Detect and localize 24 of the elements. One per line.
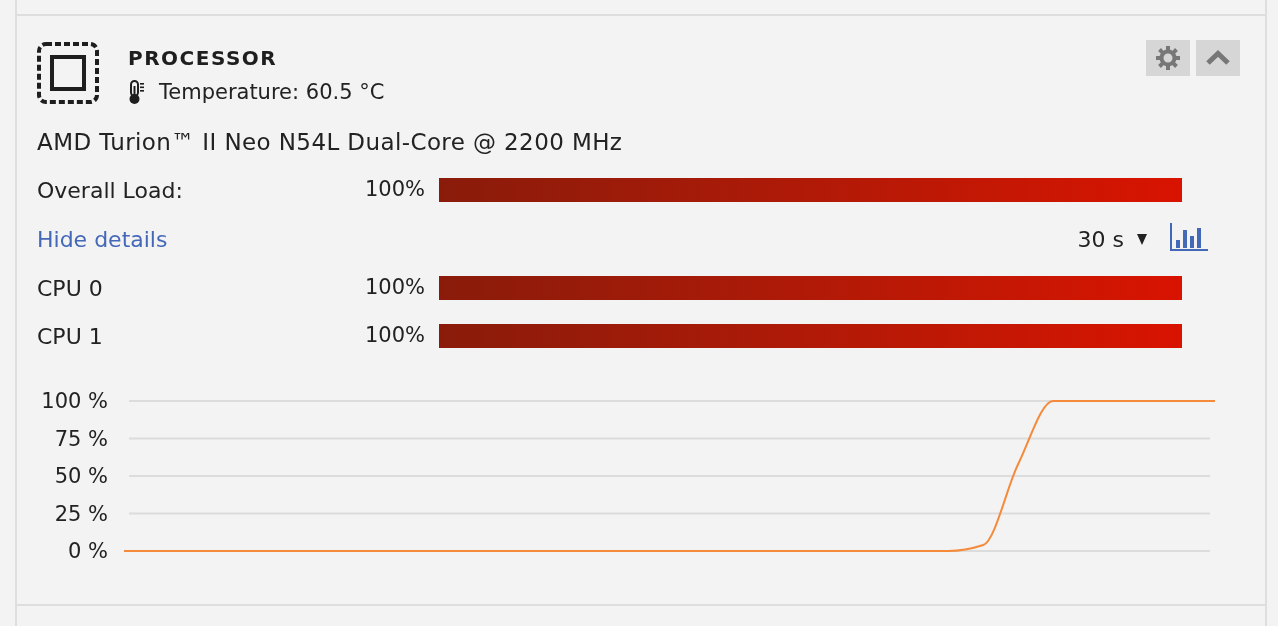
load-percentage: 100%	[363, 322, 425, 350]
y-axis-label: 25 %	[54, 501, 108, 526]
y-axis-label: 75 %	[54, 426, 108, 451]
collapse-button[interactable]	[1196, 40, 1240, 76]
load-percentage: 100%	[363, 176, 425, 204]
y-axis-label: 0 %	[68, 539, 108, 563]
processor-chip-icon	[37, 42, 99, 104]
core-label: CPU 1	[37, 322, 104, 351]
load-percentage: 100%	[363, 274, 425, 302]
settings-icon	[1156, 46, 1180, 70]
thermometer-icon	[128, 79, 145, 105]
y-axis-label: 50 %	[54, 464, 108, 488]
y-axis-label: 100 %	[41, 389, 108, 413]
hide-details-link[interactable]: Hide details	[37, 222, 168, 256]
settings-button[interactable]	[1146, 40, 1190, 76]
interval-dropdown[interactable]: 30 s	[1077, 222, 1147, 256]
panel-title: PROCESSOR	[128, 46, 279, 70]
chevron-up-icon	[1205, 50, 1231, 66]
bar-chart-icon[interactable]	[1170, 223, 1208, 251]
processor-model: AMD Turion™ II Neo N54L Dual-Core @ 2200 MHz	[37, 127, 623, 157]
caret-down-icon	[1137, 233, 1147, 245]
core-label: CPU 0	[37, 274, 104, 303]
temperature-reading: Temperature: 60.5 °C	[159, 79, 385, 106]
overall-load-label: Overall Load:	[37, 176, 184, 205]
